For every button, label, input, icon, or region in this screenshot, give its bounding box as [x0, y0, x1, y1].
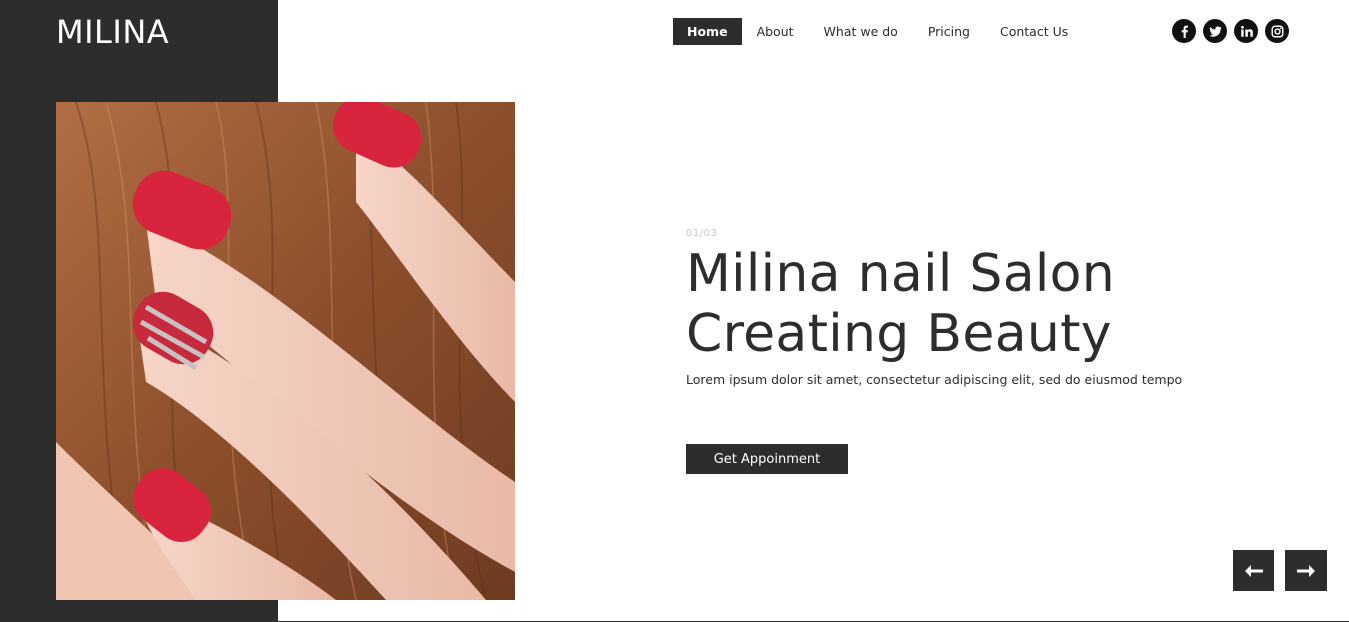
- nav-item-what-we-do[interactable]: What we do: [811, 18, 911, 45]
- main-nav: Home About What we do Pricing Contact Us: [673, 18, 1085, 45]
- slide-counter: 01/03: [686, 228, 718, 239]
- hero-headline-line-1: Milina nail Salon: [686, 244, 1115, 304]
- hero-headline: Milina nail Salon Creating Beauty: [686, 244, 1286, 364]
- arrow-left-icon: [1244, 564, 1263, 577]
- slider-prev-button[interactable]: [1233, 550, 1274, 591]
- linkedin-icon[interactable]: [1234, 19, 1258, 43]
- logo[interactable]: MILINA: [56, 13, 169, 51]
- nav-item-pricing[interactable]: Pricing: [915, 18, 983, 45]
- hero-image: [56, 102, 515, 600]
- hero-headline-line-2: Creating Beauty: [686, 304, 1112, 364]
- slider-next-button[interactable]: [1285, 550, 1327, 591]
- hero-content: 01/03 Milina nail Salon Creating Beauty …: [686, 228, 1286, 387]
- arrow-right-icon: [1297, 564, 1315, 577]
- social-links: [1172, 19, 1289, 43]
- get-appointment-button[interactable]: Get Appoinment: [686, 444, 848, 474]
- nav-item-about[interactable]: About: [744, 18, 807, 45]
- twitter-icon[interactable]: [1203, 19, 1227, 43]
- instagram-icon[interactable]: [1265, 19, 1289, 43]
- nav-item-contact-us[interactable]: Contact Us: [987, 18, 1081, 45]
- nav-item-home[interactable]: Home: [673, 18, 742, 45]
- facebook-icon[interactable]: [1172, 19, 1196, 43]
- hero-lead-text: Lorem ipsum dolor sit amet, consectetur …: [686, 372, 1183, 387]
